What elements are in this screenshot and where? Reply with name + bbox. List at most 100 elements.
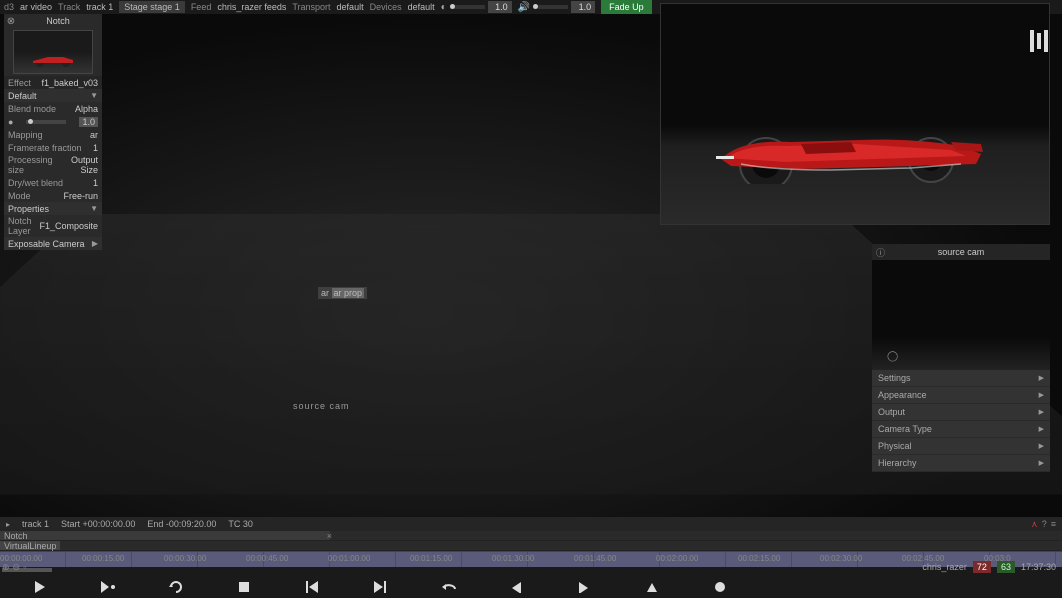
timeline-end: End -00:09:20.00	[147, 519, 216, 529]
help-icon[interactable]: ?	[1042, 519, 1047, 530]
ruler-tick: 00:01:15.00	[410, 554, 452, 563]
settings-row[interactable]: Settings▶	[872, 370, 1050, 387]
marker-button[interactable]	[642, 581, 662, 593]
stop-button[interactable]	[234, 581, 254, 593]
status-user: chris_razer	[922, 562, 967, 572]
prev-cue-button[interactable]	[506, 581, 526, 593]
ruler-tick: 00:01:45.00	[574, 554, 616, 563]
timeline-tracks: Notch× VirtualLineup	[0, 531, 1062, 551]
inspector-title: Notch	[16, 16, 100, 26]
zoom-controls: ⊕ ⊖ ◦	[2, 562, 26, 573]
info-icon[interactable]: ⓘ	[876, 246, 885, 259]
timeline-tc: TC 30	[228, 519, 253, 529]
brightness-icon: ◐	[441, 2, 447, 13]
mapping-row[interactable]: Mapping ar	[4, 128, 102, 141]
feed-label: Feed	[191, 2, 212, 12]
devices-label: Devices	[370, 2, 402, 12]
source-cam-title: source cam	[938, 247, 985, 257]
ar-prop-label[interactable]: ar ar prop	[318, 287, 367, 299]
status-time: 17:37:30	[1021, 562, 1056, 572]
expand-icon[interactable]: ▸	[6, 520, 10, 529]
source-cam-panel: ⓘ source cam ◯ Settings▶ Appearance▶ Out…	[872, 244, 1050, 472]
blend-mode-row[interactable]: Blend mode Alpha	[4, 102, 102, 115]
volume-value[interactable]: 1.0	[571, 1, 595, 13]
next-section-button[interactable]	[370, 580, 390, 594]
volume-icon: 🔊	[518, 2, 530, 13]
ruler-tick: 00:02:00.00	[656, 554, 698, 563]
framerate-row[interactable]: Framerate fraction 1	[4, 141, 102, 154]
track-virtual-lineup[interactable]: VirtualLineup	[0, 541, 1062, 551]
undo-button[interactable]	[438, 581, 458, 593]
close-icon[interactable]: ×	[327, 531, 332, 541]
exposable-camera-row[interactable]: Exposable Camera ▶	[4, 237, 102, 250]
play-section-button[interactable]	[98, 580, 118, 594]
loop-button[interactable]	[166, 580, 186, 594]
chevron-right-icon: ▶	[1039, 374, 1044, 382]
fps-badge-2: 63	[997, 561, 1015, 573]
timeline-scrubber[interactable]	[0, 567, 1062, 575]
ruler-tick: 00:02:30.00	[820, 554, 862, 563]
chevron-down-icon: ▼	[90, 204, 98, 213]
zoom-fit-icon[interactable]: ◦	[23, 562, 26, 573]
appearance-row[interactable]: Appearance▶	[872, 387, 1050, 404]
chevron-right-icon: ▶	[1039, 442, 1044, 450]
source-cam-thumbnail[interactable]: ◯	[872, 260, 1050, 370]
stage-button[interactable]: Stage stage 1	[119, 1, 185, 13]
devices-value[interactable]: default	[408, 2, 435, 12]
volume-slider[interactable]: 🔊 1.0	[518, 1, 595, 13]
audio-meter-icon	[1030, 30, 1048, 52]
menu-icon[interactable]: ≡	[1051, 519, 1056, 530]
fade-up-button[interactable]: Fade Up	[601, 0, 652, 14]
preset-dropdown[interactable]: Default ▼	[4, 89, 102, 102]
source-cam-label[interactable]: source cam	[290, 400, 353, 412]
prev-section-button[interactable]	[302, 580, 322, 594]
camera-gizmo-icon: ◯	[887, 351, 898, 362]
ruler-tick: 00:00:45.00	[246, 554, 288, 563]
effect-thumbnail[interactable]	[13, 30, 93, 74]
zoom-out-icon[interactable]: ⊖	[13, 562, 21, 573]
chevron-right-icon: ▶	[1039, 391, 1044, 399]
person-icon[interactable]: ⋏	[1031, 519, 1038, 530]
hierarchy-row[interactable]: Hierarchy▶	[872, 455, 1050, 472]
timeline-ruler[interactable]: 00:00:00.0000:00:15.0000:00:30.0000:00:4…	[0, 551, 1062, 567]
physical-row[interactable]: Physical▶	[872, 438, 1050, 455]
inspector-header: ⊗ Notch	[4, 14, 102, 28]
track-value[interactable]: track 1	[86, 2, 113, 12]
processing-row[interactable]: Processing size Output Size	[4, 154, 102, 176]
mode-row[interactable]: Mode Free-run	[4, 189, 102, 202]
chevron-down-icon: ▼	[90, 91, 98, 100]
chevron-right-icon: ▶	[1039, 459, 1044, 467]
ruler-tick: 00:02:15.00	[738, 554, 780, 563]
feed-value[interactable]: chris_razer feeds	[217, 2, 286, 12]
track-notch[interactable]: Notch×	[0, 531, 1062, 541]
timeline-track-name[interactable]: track 1	[22, 519, 49, 529]
timeline-info-bar: ▸ track 1 Start +00:00:00.00 End -00:09:…	[0, 517, 1062, 531]
effect-row[interactable]: Effect f1_baked_v03	[4, 76, 102, 89]
brightness-value[interactable]: 1.0	[488, 1, 512, 13]
timeline-status-icons: ⋏ ? ≡	[1031, 519, 1056, 530]
transport-controls	[0, 575, 1062, 598]
chevron-right-icon: ▶	[92, 239, 98, 248]
project-name[interactable]: ar video	[20, 2, 52, 12]
camera-type-row[interactable]: Camera Type▶	[872, 421, 1050, 438]
preview-viewport[interactable]	[660, 3, 1050, 225]
zoom-in-icon[interactable]: ⊕	[2, 562, 10, 573]
chevron-right-icon: ▶	[1039, 425, 1044, 433]
next-cue-button[interactable]	[574, 581, 594, 593]
drywet-row[interactable]: Dry/wet blend 1	[4, 176, 102, 189]
brightness-slider[interactable]: ◐ 1.0	[441, 1, 512, 13]
transport-value[interactable]: default	[337, 2, 364, 12]
play-button[interactable]	[30, 580, 50, 594]
notch-layer-row[interactable]: Notch Layer F1_Composite	[4, 215, 102, 237]
properties-dropdown[interactable]: Properties ▼	[4, 202, 102, 215]
ruler-tick: 00:00:30.00	[164, 554, 206, 563]
source-cam-header: ⓘ source cam	[872, 244, 1050, 260]
opacity-slider-row[interactable]: ● 1.0	[4, 115, 102, 128]
chevron-right-icon: ▶	[1039, 408, 1044, 416]
transport-label: Transport	[292, 2, 330, 12]
status-bar: chris_razer 72 63 17:37:30	[922, 561, 1056, 573]
record-button[interactable]	[710, 581, 730, 593]
ruler-tick: 00:01:30.00	[492, 554, 534, 563]
output-row[interactable]: Output▶	[872, 404, 1050, 421]
close-icon[interactable]: ⊗	[6, 16, 16, 26]
